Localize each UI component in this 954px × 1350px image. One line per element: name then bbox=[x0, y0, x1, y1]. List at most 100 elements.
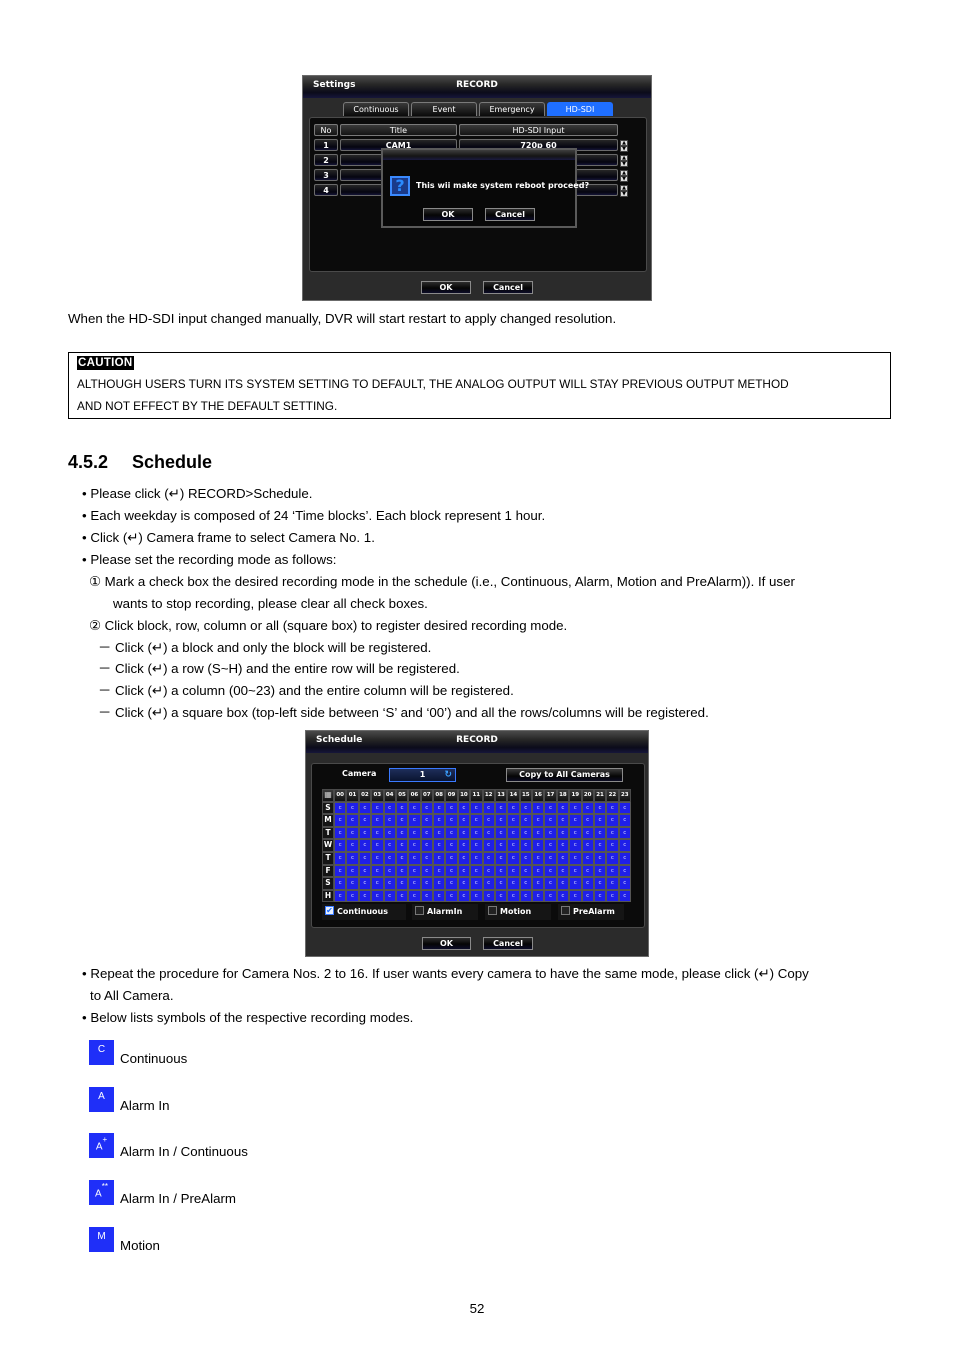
schedule-cell[interactable]: c bbox=[371, 864, 384, 878]
schedule-cell[interactable]: c bbox=[445, 877, 458, 890]
schedule-cell[interactable]: c bbox=[445, 864, 458, 878]
checkbox-icon[interactable] bbox=[415, 906, 424, 915]
schedule-cell[interactable]: c bbox=[581, 814, 594, 827]
schedule-cell[interactable]: c bbox=[457, 889, 471, 903]
schedule-cell[interactable]: c bbox=[519, 877, 532, 890]
schedule-cell[interactable]: c bbox=[532, 814, 545, 827]
schedule-cell[interactable]: c bbox=[532, 801, 545, 815]
schedule-cell[interactable]: c bbox=[482, 864, 495, 878]
schedule-cell[interactable]: c bbox=[395, 801, 409, 815]
schedule-cell[interactable]: c bbox=[482, 814, 495, 827]
schedule-cell[interactable]: c bbox=[532, 864, 545, 878]
schedule-cell[interactable]: c bbox=[556, 889, 570, 903]
schedule-cell[interactable]: c bbox=[395, 889, 409, 903]
schedule-cell[interactable]: c bbox=[383, 826, 396, 840]
schedule-cell[interactable]: c bbox=[470, 864, 483, 878]
schedule-cell[interactable]: c bbox=[593, 814, 607, 827]
schedule-cell[interactable]: c bbox=[371, 877, 384, 890]
schedule-cell[interactable]: c bbox=[569, 839, 582, 852]
schedule-cell[interactable]: c bbox=[482, 889, 495, 903]
schedule-cell[interactable]: c bbox=[346, 851, 359, 865]
hour-column-header[interactable]: 20 bbox=[581, 789, 594, 802]
schedule-cell[interactable]: c bbox=[371, 801, 384, 815]
schedule-cell[interactable]: c bbox=[346, 864, 359, 878]
schedule-cell[interactable]: c bbox=[544, 851, 557, 865]
tab-event[interactable]: Event bbox=[411, 102, 477, 116]
schedule-cell[interactable]: c bbox=[358, 851, 372, 865]
schedule-cell[interactable]: c bbox=[494, 877, 508, 890]
schedule-cell[interactable]: c bbox=[519, 814, 532, 827]
mode-alarmin[interactable]: AlarmIn bbox=[412, 904, 478, 920]
schedule-cell[interactable]: c bbox=[433, 864, 446, 878]
schedule-cell[interactable]: c bbox=[334, 864, 347, 878]
schedule-cell[interactable]: c bbox=[358, 864, 372, 878]
schedule-cell[interactable]: c bbox=[556, 877, 570, 890]
schedule-cell[interactable]: c bbox=[457, 826, 471, 840]
schedule-cell[interactable]: c bbox=[457, 877, 471, 890]
day-row-header[interactable]: H bbox=[322, 889, 334, 903]
schedule-cell[interactable]: c bbox=[457, 814, 471, 827]
hour-column-header[interactable]: 01 bbox=[346, 789, 359, 802]
schedule-cell[interactable]: c bbox=[606, 801, 619, 815]
schedule-cell[interactable]: c bbox=[445, 826, 458, 840]
ok-button[interactable]: OK bbox=[422, 937, 471, 950]
schedule-cell[interactable]: c bbox=[383, 839, 396, 852]
checkbox-checked-icon[interactable]: ✔ bbox=[325, 906, 334, 915]
copy-to-all-cameras-button[interactable]: Copy to All Cameras bbox=[506, 768, 623, 782]
schedule-cell[interactable]: c bbox=[420, 889, 433, 903]
schedule-cell[interactable]: c bbox=[358, 826, 372, 840]
schedule-cell[interactable]: c bbox=[581, 839, 594, 852]
schedule-cell[interactable]: c bbox=[569, 864, 582, 878]
schedule-cell[interactable]: c bbox=[383, 801, 396, 815]
hour-column-header[interactable]: 12 bbox=[482, 789, 495, 802]
hour-column-header[interactable]: 19 bbox=[569, 789, 582, 802]
schedule-cell[interactable]: c bbox=[593, 889, 607, 903]
checkbox-icon[interactable] bbox=[561, 906, 570, 915]
schedule-cell[interactable]: c bbox=[494, 826, 508, 840]
schedule-cell[interactable]: c bbox=[606, 814, 619, 827]
schedule-cell[interactable]: c bbox=[334, 801, 347, 815]
hour-column-header[interactable]: 17 bbox=[544, 789, 557, 802]
schedule-cell[interactable]: c bbox=[519, 864, 532, 878]
schedule-cell[interactable]: c bbox=[383, 864, 396, 878]
schedule-cell[interactable]: c bbox=[519, 801, 532, 815]
schedule-cell[interactable]: c bbox=[433, 814, 446, 827]
schedule-cell[interactable]: c bbox=[408, 801, 421, 815]
schedule-cell[interactable]: c bbox=[544, 839, 557, 852]
schedule-cell[interactable]: c bbox=[482, 826, 495, 840]
schedule-cell[interactable]: c bbox=[606, 889, 619, 903]
hour-column-header[interactable]: 15 bbox=[519, 789, 532, 802]
schedule-cell[interactable]: c bbox=[532, 851, 545, 865]
schedule-cell[interactable]: c bbox=[445, 839, 458, 852]
schedule-cell[interactable]: c bbox=[420, 826, 433, 840]
schedule-cell[interactable]: c bbox=[507, 801, 520, 815]
schedule-cell[interactable]: c bbox=[519, 889, 532, 903]
hour-column-header[interactable]: 07 bbox=[420, 789, 433, 802]
hour-column-header[interactable]: 06 bbox=[408, 789, 421, 802]
schedule-cell[interactable]: c bbox=[606, 877, 619, 890]
schedule-cell[interactable]: c bbox=[507, 889, 520, 903]
schedule-cell[interactable]: c bbox=[556, 864, 570, 878]
mode-prealarm[interactable]: PreAlarm bbox=[558, 904, 624, 920]
schedule-cell[interactable]: c bbox=[408, 877, 421, 890]
hour-column-header[interactable]: 02 bbox=[358, 789, 372, 802]
schedule-cell[interactable]: c bbox=[395, 864, 409, 878]
schedule-cell[interactable]: c bbox=[507, 814, 520, 827]
ok-button[interactable]: OK bbox=[421, 281, 471, 294]
hour-column-header[interactable]: 09 bbox=[445, 789, 458, 802]
schedule-cell[interactable]: c bbox=[593, 864, 607, 878]
tab-continuous[interactable]: Continuous bbox=[343, 102, 409, 116]
schedule-cell[interactable]: c bbox=[482, 877, 495, 890]
schedule-cell[interactable]: c bbox=[507, 864, 520, 878]
schedule-cell[interactable]: c bbox=[569, 814, 582, 827]
schedule-cell[interactable]: c bbox=[408, 864, 421, 878]
schedule-cell[interactable]: c bbox=[371, 851, 384, 865]
schedule-cell[interactable]: c bbox=[470, 851, 483, 865]
arrow-down-icon[interactable]: ▼ bbox=[620, 161, 628, 167]
schedule-cell[interactable]: c bbox=[544, 814, 557, 827]
schedule-cell[interactable]: c bbox=[371, 839, 384, 852]
schedule-cell[interactable]: c bbox=[618, 877, 631, 890]
schedule-cell[interactable]: c bbox=[445, 851, 458, 865]
schedule-cell[interactable]: c bbox=[371, 889, 384, 903]
cancel-button[interactable]: Cancel bbox=[483, 937, 533, 950]
